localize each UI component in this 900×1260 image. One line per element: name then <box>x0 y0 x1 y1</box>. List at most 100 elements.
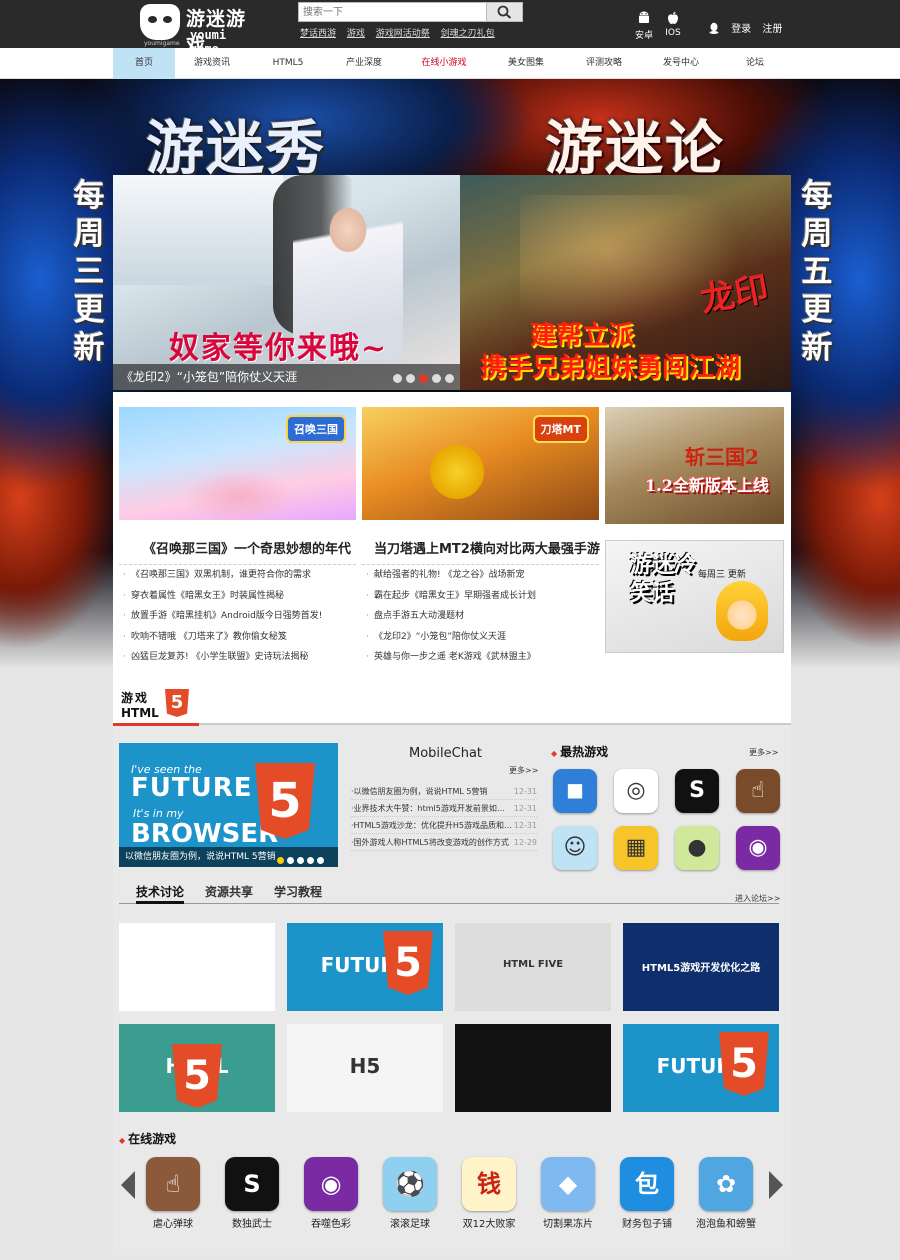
ios-download[interactable]: IOS <box>658 10 688 38</box>
news-item[interactable]: 凶猛巨龙复苏! 《小学生联盟》史诗玩法揭秘 <box>119 647 356 668</box>
rocket-thumb[interactable] <box>455 1024 611 1112</box>
nav-item-news[interactable]: 游戏资讯 <box>181 48 243 79</box>
online-game-item[interactable]: S 数独武士 <box>222 1157 282 1230</box>
slider-dot[interactable] <box>393 374 402 383</box>
featured-title-1[interactable]: 《召唤那三国》一个奇思妙想的年代 <box>143 538 351 557</box>
mobilechat-item[interactable]: ·HTML5游戏沙龙：优化提升H5游戏品质和… 12-31 <box>351 817 537 834</box>
online-game-item[interactable]: ⚽ 滚滚足球 <box>380 1157 440 1230</box>
quick-link[interactable]: 梦话西游 <box>300 29 336 39</box>
future-browser-thumb-2[interactable]: FUTURE 5 <box>623 1024 779 1112</box>
nav-item-forum[interactable]: 论坛 <box>724 48 786 79</box>
hot-games-more-link[interactable]: 更多>> <box>749 747 778 758</box>
slider-dot[interactable] <box>297 857 304 864</box>
slide-right-line2: 携手兄弟姐妹勇闯江湖 <box>480 353 741 383</box>
sudoku-samurai-icon[interactable]: S <box>675 769 719 813</box>
nav-item-html5[interactable]: HTML5 <box>257 48 319 79</box>
news-item[interactable]: 《龙印2》“小笼包”陪你仗义天涯 <box>362 627 599 648</box>
news-item[interactable]: 盘点手游五大动漫题材 <box>362 606 599 627</box>
online-game-item[interactable]: 包财务包子铺 <box>617 1157 677 1230</box>
nav-item-home[interactable]: 首页 <box>113 48 175 79</box>
black-monster-icon[interactable]: ◼ <box>553 769 597 813</box>
phone-apps-thumb[interactable] <box>119 923 275 1011</box>
mobilechat-item[interactable]: ·业界技术大牛赞：html5游戏开发前景如… 12-31 <box>351 800 537 817</box>
tab-tech-discussion[interactable]: 技术讨论 <box>136 882 185 904</box>
slider-dot[interactable] <box>307 857 314 864</box>
ball-tube-icon[interactable]: ● <box>675 826 719 870</box>
side-promo-sanguo[interactable]: 斩三国2 1.2全新版本上线 <box>605 407 784 524</box>
carousel-prev-arrow-icon[interactable] <box>117 1165 137 1205</box>
online-game-item[interactable]: ◆ 切割果冻片 <box>538 1157 598 1230</box>
game-icon-glyph: 钱 <box>477 1170 501 1198</box>
nav-item-reviews[interactable]: 评测攻略 <box>573 48 635 79</box>
slider-dot-active[interactable] <box>419 374 428 383</box>
nav-item-industry[interactable]: 产业深度 <box>333 48 395 79</box>
game-icon-glyph: ☝ <box>165 1170 181 1198</box>
html5-section-header: 游戏 HTML 5 <box>113 687 791 726</box>
news-item[interactable]: 放置手游《暗黑挂机》Android版今日强势首发! <box>119 606 356 627</box>
html5-logo-thumb[interactable]: HTML5 <box>119 1024 275 1112</box>
site-logo[interactable]: 游迷游戏 youmi game youmigame <box>140 2 258 57</box>
search-button[interactable] <box>486 3 522 21</box>
image-slider[interactable]: 奴家等你来哦~ 《龙印2》“小笼包”陪你仗义天涯 龙印 建帮立派 携手兄弟姐妹勇… <box>113 175 791 390</box>
online-game-item[interactable]: ☝ 虐心弹球 <box>143 1157 203 1230</box>
news-item[interactable]: 英雄与你一步之遥 老K游戏《武林盟主》 <box>362 647 599 668</box>
slider-dot[interactable] <box>445 374 454 383</box>
android-download[interactable]: 安卓 <box>629 10 659 41</box>
brain-bulb-icon[interactable]: ◎ <box>614 769 658 813</box>
news-item[interactable]: 穿衣着属性《暗黑女王》时装属性揭秘 <box>119 586 356 607</box>
cat-jump-icon[interactable]: ☺ <box>553 826 597 870</box>
slider-dot[interactable] <box>287 857 294 864</box>
featured-title-2[interactable]: 当刀塔遇上MT2横向对比两大最强手游 <box>374 538 600 557</box>
news-item[interactable]: 《召唤那三国》双黑机制，谁更符合你的需求 <box>119 565 356 586</box>
tap-finger-icon[interactable]: ☝ <box>736 769 780 813</box>
side-promo-jokes[interactable]: 游迷冷笑话 每周三 更新 <box>605 540 784 653</box>
news-item[interactable]: 吹响不错哦 《刀塔来了》教你偷女秘笈 <box>119 627 356 648</box>
jelly-icon: ◆ <box>541 1157 595 1211</box>
news-item[interactable]: 霸在起步《暗黑女王》早期强者成长计划 <box>362 586 599 607</box>
search-input[interactable] <box>299 3 487 21</box>
online-games-title: 在线游戏 <box>119 1130 176 1147</box>
slider-dot-active[interactable] <box>277 857 284 864</box>
future-browser-thumb[interactable]: FUTURE 5 <box>287 923 443 1011</box>
login-link[interactable]: 登录 <box>731 24 751 35</box>
slide-left-image[interactable]: 奴家等你来哦~ 《龙印2》“小笼包”陪你仗义天涯 <box>113 175 460 390</box>
game-icon-glyph: S <box>243 1170 261 1198</box>
quick-link[interactable]: 游戏网活动祭 <box>376 29 430 39</box>
carousel-next-arrow-icon[interactable] <box>765 1165 785 1205</box>
tab-tutorials[interactable]: 学习教程 <box>274 882 322 904</box>
purple-monster-icon[interactable]: ◉ <box>736 826 780 870</box>
slider-dot[interactable] <box>317 857 324 864</box>
feature-line4: BROWSER <box>131 819 279 849</box>
html5-optimize-thumb[interactable]: HTML5游戏开发优化之路 <box>623 923 779 1011</box>
online-game-item[interactable]: ◉ 吞噬色彩 <box>301 1157 361 1230</box>
online-game-item[interactable]: 钱双12大败家 <box>459 1157 519 1230</box>
register-link[interactable]: 注册 <box>762 24 782 35</box>
mobilechat-more-link[interactable]: 更多>> <box>509 765 538 776</box>
app-icon-glyph: ☝ <box>751 778 765 803</box>
slide-right-image[interactable]: 龙印 建帮立派 携手兄弟姐妹勇闯江湖 <box>460 175 791 390</box>
mobilechat-item[interactable]: ·国外游戏人称HTML5将改变游戏的创作方式 12-29 <box>351 834 537 851</box>
news-item[interactable]: 献给强者的礼物! 《龙之谷》战场新宠 <box>362 565 599 586</box>
logo-text-small: youmigame <box>144 40 180 47</box>
h5-letters-thumb[interactable]: H5 <box>287 1024 443 1112</box>
nav-item-online-games[interactable]: 在线小游戏 <box>413 48 475 79</box>
enter-forum-link[interactable]: 进入论坛>> <box>735 893 780 904</box>
quick-link[interactable]: 剑魂之刃礼包 <box>441 29 495 39</box>
tab-resource-sharing[interactable]: 资源共享 <box>205 882 253 904</box>
fists-thumb[interactable]: HTML FIVE <box>455 923 611 1011</box>
mobilechat-item-date: 12-31 <box>513 804 537 813</box>
nav-item-codes[interactable]: 发号中心 <box>650 48 712 79</box>
thumb-label: HTML5游戏开发优化之路 <box>641 963 761 974</box>
featured-game-image-1[interactable]: 召唤三国 <box>119 407 356 520</box>
mobilechat-item[interactable]: ·以微信朋友圈为例，说说HTML 5营销 12-31 <box>351 783 537 800</box>
slider-dot[interactable] <box>432 374 441 383</box>
nav-item-beauty[interactable]: 美女图集 <box>495 48 557 79</box>
html5-feature-slider[interactable]: I've seen the FUTURE It's in my BROWSER … <box>119 743 338 867</box>
fruit-grid-icon[interactable]: ▦ <box>614 826 658 870</box>
online-game-item[interactable]: ✿ 泡泡鱼和螃蟹 <box>696 1157 756 1230</box>
slider-dot[interactable] <box>406 374 415 383</box>
featured-game-image-2[interactable]: 刀塔MT <box>362 407 599 520</box>
android-icon <box>639 11 649 23</box>
slider-dots <box>393 372 458 386</box>
quick-link[interactable]: 游戏 <box>347 29 365 39</box>
